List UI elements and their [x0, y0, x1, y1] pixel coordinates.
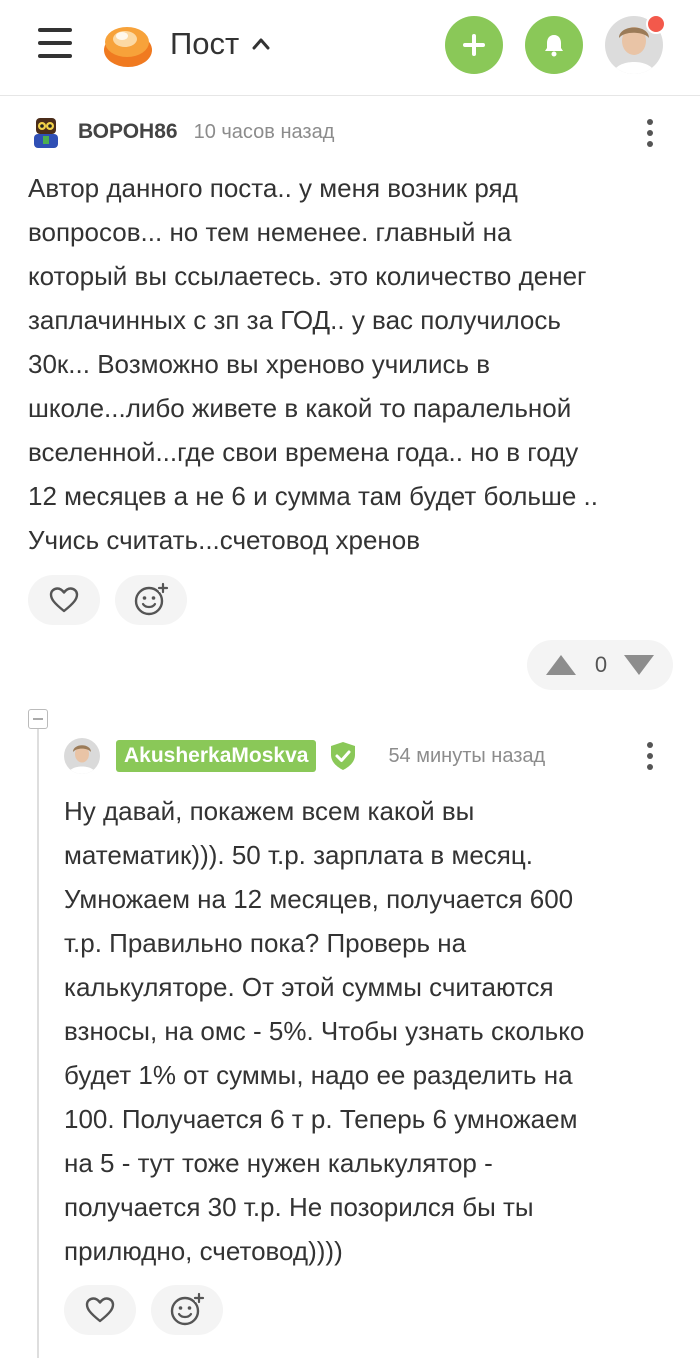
add-reaction-button[interactable] [151, 1285, 223, 1335]
comment-text: Ну давай, покажем всем какой вы математи… [64, 796, 585, 1266]
add-post-button[interactable] [445, 16, 503, 74]
top-bar: Пост [0, 0, 700, 96]
rating-value: 0 [594, 652, 608, 677]
page-title-text: Пост [170, 26, 240, 61]
like-button[interactable] [28, 575, 100, 625]
comment-header: ВОРОН86 10 часов назад [28, 114, 334, 150]
thread-line [37, 728, 39, 1358]
comment-time[interactable]: 10 часов назад [194, 121, 335, 144]
hamburger-icon[interactable] [38, 28, 74, 60]
upvote-icon[interactable] [545, 654, 577, 676]
heart-icon [85, 1297, 115, 1323]
comment-time[interactable]: 54 минуты назад [388, 745, 545, 768]
comment-author-badge[interactable]: AkusherkaMoskva [116, 740, 317, 772]
like-button[interactable] [64, 1285, 136, 1335]
shield-check-icon [331, 742, 356, 770]
collapse-thread-button[interactable] [28, 709, 48, 729]
plus-icon [463, 34, 485, 56]
pikabu-logo[interactable] [100, 20, 154, 70]
comment-author[interactable]: ВОРОН86 [78, 120, 178, 144]
comment-text: Автор данного поста.. у меня возник ряд … [28, 173, 598, 555]
notifications-button[interactable] [525, 16, 583, 74]
add-reaction-button[interactable] [115, 575, 187, 625]
heart-icon [49, 587, 79, 613]
bell-icon [545, 35, 563, 57]
notification-dot [646, 14, 666, 34]
emoji-add-icon [134, 582, 169, 616]
more-options-icon[interactable] [640, 119, 660, 149]
comment-rating: 0 [527, 640, 673, 690]
avatar[interactable] [64, 738, 100, 774]
downvote-icon[interactable] [623, 654, 655, 676]
page-title[interactable]: Пост [170, 26, 271, 62]
more-options-icon[interactable] [640, 742, 660, 772]
avatar[interactable] [28, 114, 64, 150]
emoji-add-icon [170, 1292, 205, 1326]
chevron-up-icon [252, 38, 270, 50]
comment-header: AkusherkaMoskva 54 минуты назад [64, 738, 545, 774]
page: Пост ВОРОН86 10 часов назад Автор данног… [0, 0, 700, 1358]
